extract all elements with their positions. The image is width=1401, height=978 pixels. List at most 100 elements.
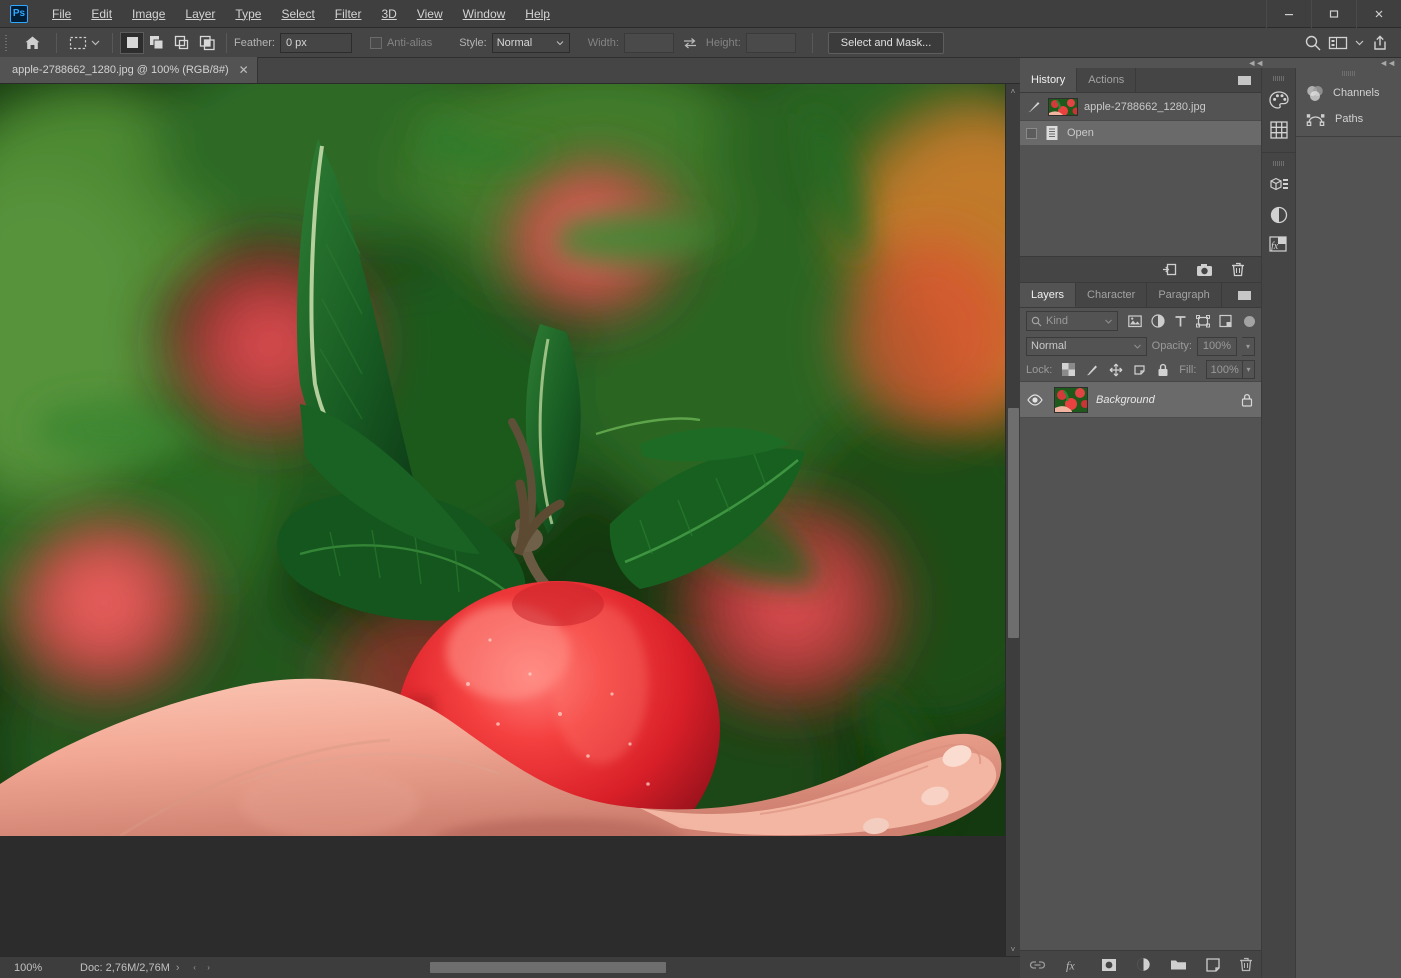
horizontal-scroll-thumb[interactable]: [430, 962, 666, 973]
fill-stepper[interactable]: ▾: [1243, 360, 1255, 379]
history-panel-menu-icon[interactable]: [1228, 68, 1261, 92]
history-brush-source-icon[interactable]: [1026, 99, 1042, 115]
menu-3d[interactable]: 3D: [371, 3, 406, 25]
document-tab[interactable]: apple-2788662_1280.jpg @ 100% (RGB/8#) ✕: [0, 57, 258, 83]
canvas-vertical-scrollbar[interactable]: ˄ ˅: [1005, 84, 1020, 956]
3d-panel-icon[interactable]: [1266, 171, 1292, 199]
status-expand-arrow[interactable]: ›: [170, 962, 186, 974]
subtract-from-selection-button[interactable]: [170, 32, 194, 54]
lock-icon[interactable]: [1241, 393, 1253, 407]
search-icon[interactable]: [1304, 34, 1322, 52]
opacity-stepper[interactable]: ▾: [1242, 337, 1255, 356]
panel-shortcut-channels[interactable]: Channels: [1296, 80, 1401, 106]
tab-paragraph[interactable]: Paragraph: [1147, 283, 1221, 307]
delete-state-icon[interactable]: [1231, 262, 1245, 277]
filter-toggle-switch[interactable]: [1244, 316, 1255, 327]
adjustments-icon[interactable]: [1266, 201, 1292, 229]
width-input[interactable]: [624, 33, 674, 53]
vertical-scroll-thumb[interactable]: [1008, 408, 1019, 638]
tab-history[interactable]: History: [1020, 68, 1077, 92]
smart-object-filter-icon[interactable]: [1219, 314, 1232, 328]
canvas[interactable]: [0, 84, 1005, 956]
menu-type[interactable]: Type: [225, 3, 271, 25]
feather-input[interactable]: [280, 33, 352, 53]
home-icon[interactable]: [15, 31, 49, 55]
collapse-secondary-panels-icon[interactable]: ◄◄: [1379, 58, 1401, 68]
zoom-level[interactable]: 100%: [0, 962, 60, 974]
intersect-with-selection-button[interactable]: [195, 32, 219, 54]
options-bar-grip[interactable]: [4, 33, 9, 53]
adjustment-layer-filter-icon[interactable]: [1151, 314, 1165, 328]
new-layer-icon[interactable]: [1206, 958, 1220, 972]
share-icon[interactable]: [1371, 34, 1389, 52]
tab-actions[interactable]: Actions: [1077, 68, 1136, 92]
lock-transparent-pixels-icon[interactable]: [1062, 363, 1075, 376]
menu-layer[interactable]: Layer: [175, 3, 225, 25]
menu-image[interactable]: Image: [122, 3, 175, 25]
menu-file[interactable]: File: [42, 3, 81, 25]
blend-mode-select[interactable]: Normal: [1026, 337, 1147, 356]
styles-fx-icon[interactable]: fx: [1266, 231, 1292, 259]
swatches-grid-icon[interactable]: [1266, 116, 1292, 144]
layer-name[interactable]: Background: [1096, 394, 1233, 406]
fill-value[interactable]: 100%: [1206, 360, 1243, 379]
select-and-mask-button[interactable]: Select and Mask...: [828, 32, 945, 54]
shape-layer-filter-icon[interactable]: [1196, 315, 1210, 328]
menu-help[interactable]: Help: [515, 3, 560, 25]
new-group-icon[interactable]: [1170, 958, 1187, 971]
rail-grip[interactable]: [1273, 161, 1285, 166]
menu-filter[interactable]: Filter: [325, 3, 372, 25]
link-layers-icon[interactable]: [1029, 959, 1046, 971]
horizontal-scroll-track[interactable]: [202, 962, 1004, 973]
scroll-down-arrow[interactable]: ˅: [1006, 942, 1021, 956]
create-document-from-state-icon[interactable]: [1162, 262, 1178, 277]
anti-alias-control[interactable]: Anti-alias: [370, 37, 437, 49]
close-icon[interactable]: ✕: [239, 64, 249, 76]
layer-style-fx-icon[interactable]: fx: [1065, 958, 1082, 972]
history-brush-checkbox[interactable]: [1026, 128, 1037, 139]
menu-window[interactable]: Window: [453, 3, 516, 25]
tab-character[interactable]: Character: [1076, 283, 1147, 307]
scroll-left-arrow[interactable]: ‹: [188, 963, 202, 972]
menu-select[interactable]: Select: [271, 3, 324, 25]
lock-position-icon[interactable]: [1109, 363, 1123, 377]
anti-alias-checkbox[interactable]: [370, 37, 382, 49]
active-tool-picker[interactable]: [64, 34, 105, 52]
tab-layers[interactable]: Layers: [1020, 283, 1076, 307]
workspace-icon[interactable]: [1328, 35, 1348, 51]
layers-panel-menu-icon[interactable]: [1228, 283, 1261, 307]
maximize-button[interactable]: [1311, 0, 1356, 28]
add-to-selection-button[interactable]: [145, 32, 169, 54]
opacity-value[interactable]: 100%: [1197, 337, 1237, 356]
new-selection-button[interactable]: [120, 32, 144, 54]
menu-edit[interactable]: Edit: [81, 3, 122, 25]
vertical-scroll-track[interactable]: [1006, 98, 1021, 942]
panel-shortcut-paths[interactable]: Paths: [1296, 106, 1401, 132]
canvas-horizontal-scrollbar[interactable]: ‹ ›: [188, 960, 1018, 975]
secondary-dock-grip[interactable]: [1342, 71, 1356, 76]
history-snapshot-row[interactable]: apple-2788662_1280.jpg: [1020, 93, 1261, 121]
delete-layer-icon[interactable]: [1239, 957, 1253, 972]
style-select[interactable]: Normal: [492, 33, 570, 53]
pixel-layer-filter-icon[interactable]: [1128, 315, 1142, 328]
minimize-button[interactable]: [1266, 0, 1311, 28]
add-layer-mask-icon[interactable]: [1101, 958, 1117, 972]
document-size-info[interactable]: Doc: 2,76M/2,76M: [60, 962, 170, 974]
lock-image-pixels-icon[interactable]: [1085, 363, 1099, 377]
menu-view[interactable]: View: [407, 3, 453, 25]
collapse-panels-icon[interactable]: ◄◄: [1247, 58, 1269, 68]
layer-row-background[interactable]: Background: [1020, 382, 1261, 418]
color-palette-icon[interactable]: [1266, 86, 1292, 114]
create-new-snapshot-icon[interactable]: [1196, 263, 1213, 277]
history-state-open[interactable]: Open: [1020, 121, 1261, 145]
new-adjustment-layer-icon[interactable]: [1136, 957, 1151, 972]
swap-width-height-icon[interactable]: [682, 36, 698, 50]
lock-all-icon[interactable]: [1157, 363, 1169, 377]
eye-icon[interactable]: [1024, 394, 1046, 406]
close-button[interactable]: [1356, 0, 1401, 28]
scroll-up-arrow[interactable]: ˄: [1006, 84, 1021, 98]
layer-kind-filter[interactable]: Kind: [1026, 311, 1118, 331]
rail-grip[interactable]: [1273, 76, 1285, 81]
chevron-down-icon[interactable]: [1354, 37, 1365, 48]
lock-artboard-nesting-icon[interactable]: [1133, 363, 1147, 377]
